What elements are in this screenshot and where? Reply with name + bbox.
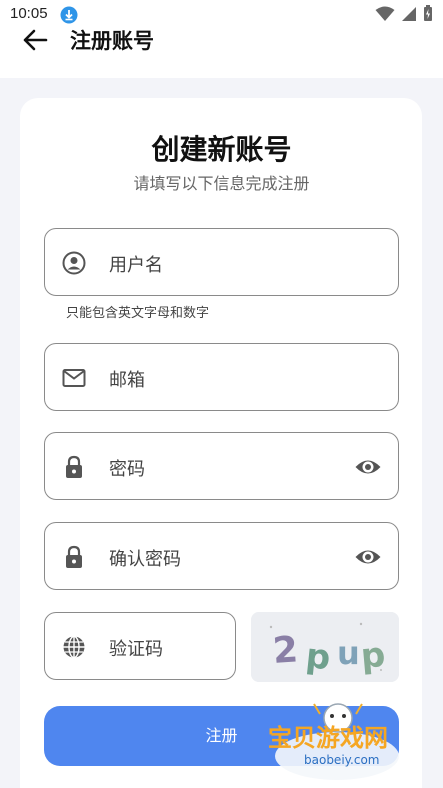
captcha-graphic: 2 p u p	[251, 612, 399, 682]
username-field[interactable]: 用户名	[44, 228, 399, 296]
svg-text:p: p	[359, 635, 387, 677]
account-circle-icon	[62, 251, 86, 275]
captcha-image[interactable]: 2 p u p	[251, 612, 399, 682]
email-placeholder: 邮箱	[109, 370, 145, 391]
wifi-icon	[375, 6, 395, 21]
globe-icon	[63, 635, 85, 659]
register-button[interactable]: 注册	[44, 706, 399, 766]
confirm-password-field[interactable]: 确认密码	[44, 522, 399, 590]
download-notification-icon	[60, 6, 78, 24]
username-placeholder: 用户名	[109, 255, 163, 276]
battery-icon	[424, 5, 432, 21]
lock-icon	[66, 545, 82, 568]
captcha-placeholder: 验证码	[109, 639, 163, 660]
mail-icon	[62, 369, 86, 387]
username-hint: 只能包含英文字母和数字	[66, 306, 210, 321]
captcha-field[interactable]: 验证码	[44, 612, 236, 680]
signal-icon	[402, 6, 416, 21]
svg-text:2: 2	[271, 629, 299, 672]
back-arrow-icon[interactable]	[22, 28, 48, 52]
svg-text:u: u	[337, 634, 360, 672]
show-confirm-password-eye-icon[interactable]	[354, 545, 382, 569]
confirm-password-placeholder: 确认密码	[109, 549, 181, 570]
password-field[interactable]: 密码	[44, 432, 399, 500]
status-icons	[375, 5, 433, 22]
lock-icon	[66, 455, 82, 478]
card-subtitle: 请填写以下信息完成注册	[133, 174, 310, 193]
show-password-eye-icon[interactable]	[354, 455, 382, 479]
status-time: 10:05	[10, 5, 48, 22]
email-field[interactable]: 邮箱	[44, 343, 399, 411]
page-title: 注册账号	[70, 29, 154, 53]
card-title: 创建新账号	[151, 133, 292, 166]
svg-text:p: p	[304, 636, 332, 678]
password-placeholder: 密码	[109, 459, 145, 480]
